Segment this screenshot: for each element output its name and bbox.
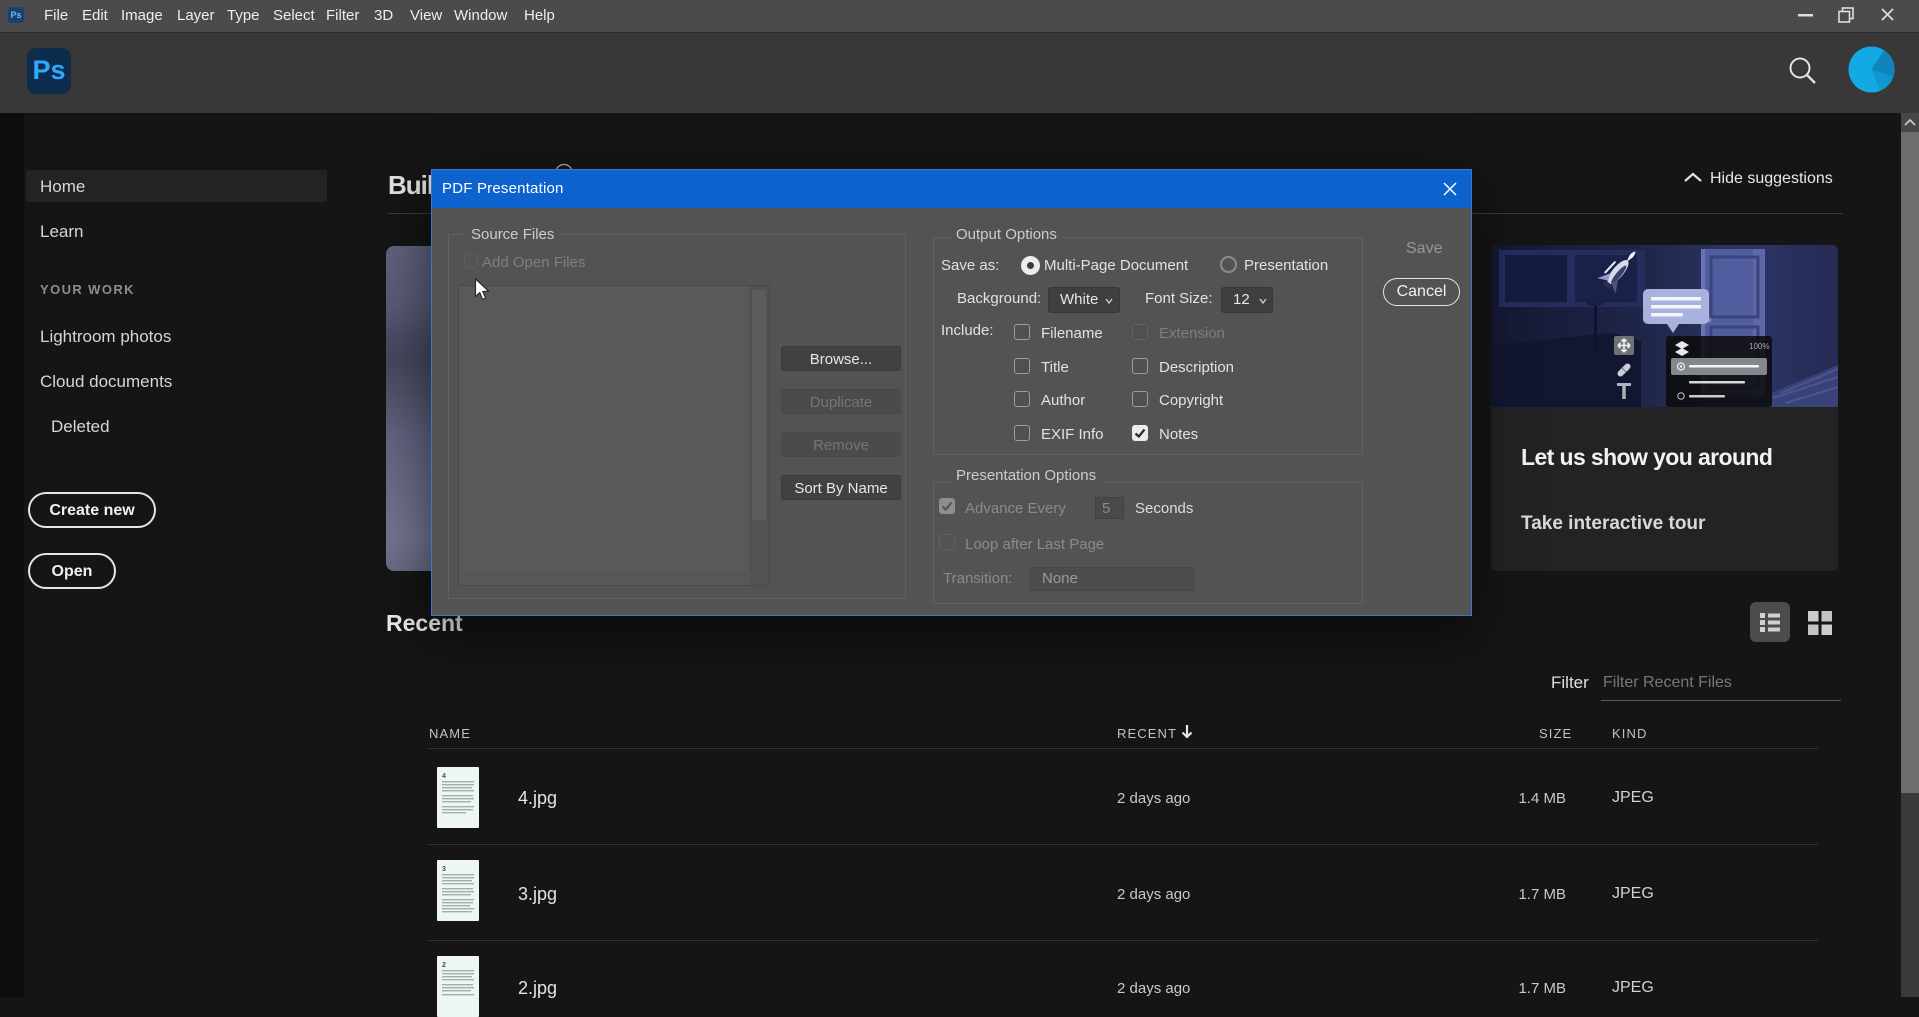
svg-text:100%: 100% — [1749, 342, 1769, 351]
svg-text:4: 4 — [442, 773, 446, 780]
svg-text:2: 2 — [442, 962, 446, 969]
svg-text:3: 3 — [442, 866, 446, 873]
